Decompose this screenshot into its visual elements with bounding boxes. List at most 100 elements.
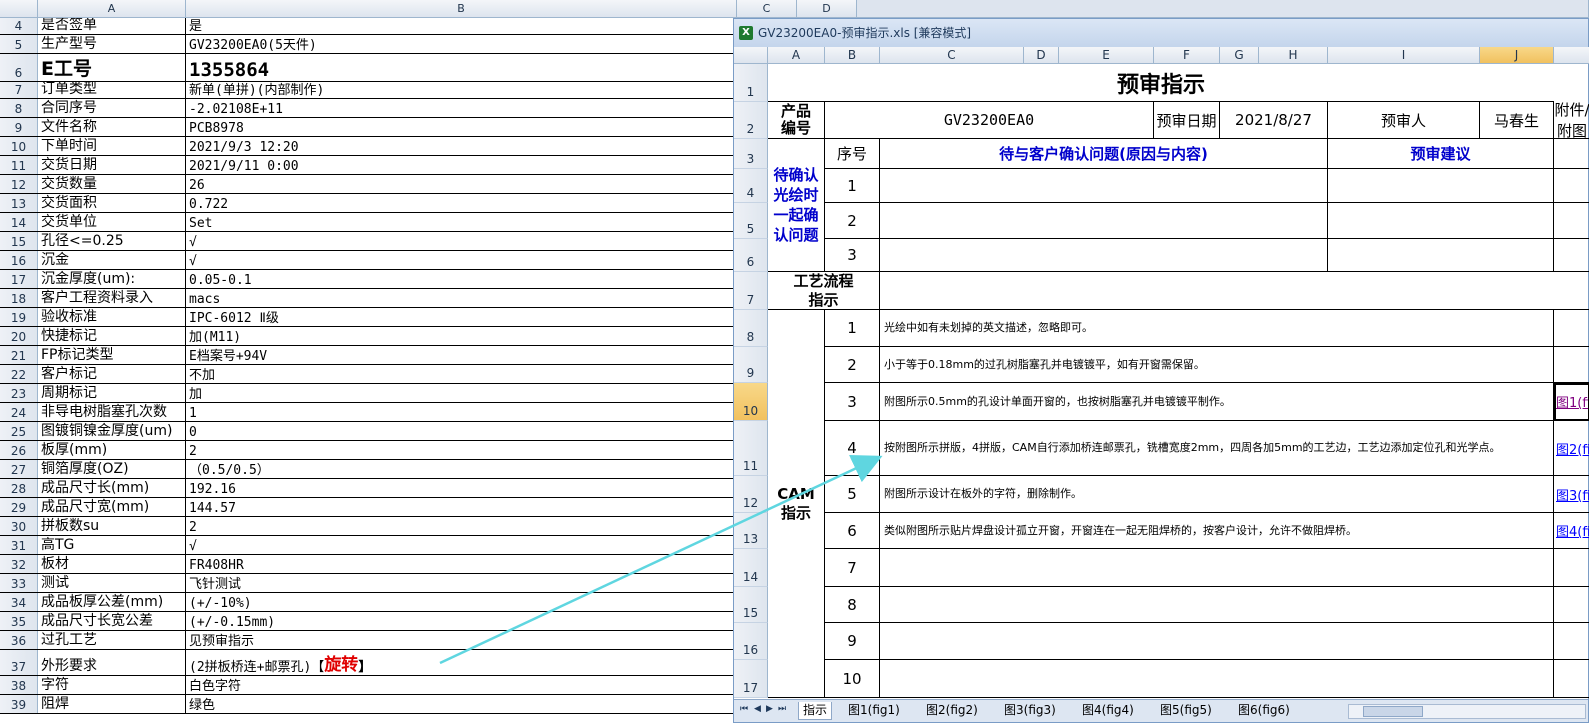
- row-header[interactable]: 31: [0, 536, 38, 554]
- cell-value[interactable]: 不加: [186, 365, 737, 383]
- cell-value[interactable]: (2拼板桥连+邮票孔)【 旋转】: [186, 650, 737, 675]
- scrollbar-thumb[interactable]: [1363, 706, 1423, 717]
- select-all-corner[interactable]: [734, 47, 768, 64]
- column-header[interactable]: A: [768, 47, 825, 64]
- row-header[interactable]: 17: [0, 270, 38, 288]
- attach-cell[interactable]: [1554, 239, 1589, 272]
- cell-label[interactable]: 是否签单: [38, 18, 186, 34]
- reviewer-label-cell[interactable]: 预审人: [1328, 102, 1480, 139]
- cam-note-cell[interactable]: [880, 660, 1554, 698]
- issue-cell[interactable]: [880, 203, 1328, 239]
- seq-cell[interactable]: 1: [825, 169, 880, 203]
- cell-value[interactable]: 0.05-0.1: [186, 270, 737, 288]
- select-all-corner[interactable]: [0, 0, 38, 18]
- horizontal-scrollbar[interactable]: [1348, 704, 1586, 719]
- cell-label[interactable]: 拼板数su: [38, 517, 186, 535]
- row-header[interactable]: 7: [0, 82, 38, 98]
- row-header[interactable]: 36: [0, 631, 38, 649]
- cell-label[interactable]: 周期标记: [38, 384, 186, 402]
- cell-value[interactable]: (+/-0.15mm): [186, 612, 737, 630]
- cell-label[interactable]: 客户标记: [38, 365, 186, 383]
- cell-label[interactable]: 验收标准: [38, 308, 186, 326]
- cell-value[interactable]: FR408HR: [186, 555, 737, 573]
- cell-value[interactable]: 2021/9/11 0:00: [186, 156, 737, 174]
- seq-cell[interactable]: 2: [825, 203, 880, 239]
- cell-value[interactable]: 0.722: [186, 194, 737, 212]
- title-cell[interactable]: 预审指示: [768, 64, 1554, 102]
- issue-cell[interactable]: [880, 169, 1328, 203]
- cam-seq-cell[interactable]: 1: [825, 310, 880, 347]
- row-header[interactable]: 37: [0, 650, 38, 675]
- cell-label[interactable]: 沉金: [38, 251, 186, 269]
- attachment-link[interactable]: [1554, 623, 1589, 660]
- cell-label[interactable]: 铜箔厚度(OZ): [38, 460, 186, 478]
- cell-label[interactable]: 非导电树脂塞孔次数: [38, 403, 186, 421]
- cell-label[interactable]: 阻焊: [38, 695, 186, 713]
- review-date-label-cell[interactable]: 预审日期: [1154, 102, 1220, 139]
- column-header[interactable]: B: [825, 47, 880, 64]
- sheet-tab[interactable]: 图3(fig3): [1000, 702, 1060, 719]
- row-header[interactable]: 13: [0, 194, 38, 212]
- cam-seq-cell[interactable]: 8: [825, 587, 880, 623]
- cam-seq-cell[interactable]: 5: [825, 476, 880, 513]
- product-label-cell[interactable]: 产品 编号: [768, 102, 825, 139]
- attach-cell[interactable]: [1554, 169, 1589, 203]
- cell-value[interactable]: macs: [186, 289, 737, 307]
- cell-value[interactable]: √: [186, 232, 737, 250]
- process-value-cell[interactable]: [880, 272, 1589, 310]
- row-header[interactable]: 20: [0, 327, 38, 345]
- sheet-tab[interactable]: 图6(fig6): [1234, 702, 1294, 719]
- row-header[interactable]: 27: [0, 460, 38, 478]
- cell-value[interactable]: IPC-6012 Ⅱ级: [186, 308, 737, 326]
- attachment-link[interactable]: [1554, 660, 1589, 698]
- cam-note-cell[interactable]: [880, 587, 1554, 623]
- column-header[interactable]: C: [880, 47, 1024, 64]
- cell-value[interactable]: 是: [186, 18, 737, 34]
- workbook-window[interactable]: X GV23200EA0-预审指示.xls [兼容模式] ABCDEFGHIJ 1…: [733, 18, 1589, 723]
- row-header[interactable]: 15: [734, 587, 768, 623]
- cell-label[interactable]: 订单类型: [38, 82, 186, 98]
- column-header[interactable]: E: [1059, 47, 1154, 64]
- cell-label[interactable]: 交货单位: [38, 213, 186, 231]
- cam-seq-cell[interactable]: 10: [825, 660, 880, 698]
- advice-label-cell[interactable]: 预审建议: [1328, 139, 1554, 169]
- attach-cell[interactable]: [1554, 139, 1589, 169]
- cell-value[interactable]: √: [186, 251, 737, 269]
- cell-value[interactable]: 新单(单拼)(内部制作): [186, 82, 737, 98]
- cell-value[interactable]: 2: [186, 441, 737, 459]
- column-header-d[interactable]: D: [797, 0, 857, 18]
- first-sheet-icon[interactable]: ⏮: [740, 704, 748, 714]
- column-header[interactable]: G: [1220, 47, 1259, 64]
- row-header[interactable]: 12: [734, 476, 768, 513]
- column-header-c[interactable]: C: [737, 0, 797, 18]
- row-header[interactable]: 8: [734, 310, 768, 347]
- cell-value[interactable]: GV23200EA0(5天件): [186, 35, 737, 53]
- row-header[interactable]: 4: [0, 18, 38, 34]
- row-header[interactable]: 6: [734, 239, 768, 272]
- cell-label[interactable]: 生产型号: [38, 35, 186, 53]
- row-header[interactable]: 23: [0, 384, 38, 402]
- cell-value[interactable]: 加: [186, 384, 737, 402]
- sheet-tab[interactable]: 图1(fig1): [844, 702, 904, 719]
- cell-label[interactable]: 板材: [38, 555, 186, 573]
- row-header[interactable]: 32: [0, 555, 38, 573]
- row-header[interactable]: 22: [0, 365, 38, 383]
- cell-value[interactable]: 0: [186, 422, 737, 440]
- attachment-link[interactable]: 图4(fig4)': [1554, 513, 1589, 549]
- advice-cell[interactable]: [1328, 169, 1554, 203]
- row-header[interactable]: 33: [0, 574, 38, 592]
- column-header[interactable]: F: [1154, 47, 1220, 64]
- cell-value[interactable]: （0.5/0.5）: [186, 460, 737, 478]
- cell-label[interactable]: 成品尺寸宽(mm): [38, 498, 186, 516]
- cell-label[interactable]: 板厚(mm): [38, 441, 186, 459]
- cell-label[interactable]: 文件名称: [38, 118, 186, 136]
- cell-label[interactable]: 下单时间: [38, 137, 186, 155]
- row-header[interactable]: 14: [0, 213, 38, 231]
- row-header[interactable]: 11: [0, 156, 38, 174]
- process-label-cell[interactable]: 工艺流程 指示: [768, 272, 880, 310]
- row-header[interactable]: 1: [734, 64, 768, 102]
- cell-label[interactable]: 成品尺寸长宽公差: [38, 612, 186, 630]
- row-header[interactable]: 16: [734, 623, 768, 660]
- cell-value[interactable]: 192.16: [186, 479, 737, 497]
- cam-note-cell[interactable]: 光绘中如有未划掉的英文描述，忽略即可。: [880, 310, 1554, 347]
